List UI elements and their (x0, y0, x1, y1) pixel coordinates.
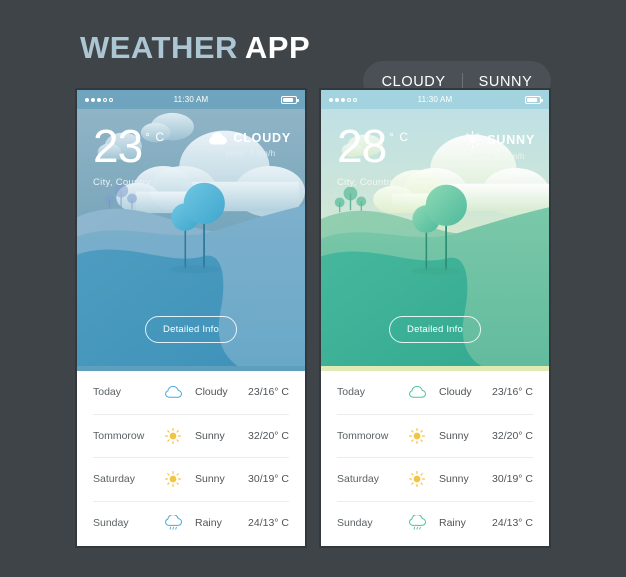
rain-icon (165, 515, 195, 531)
forecast-day: Sunday (337, 517, 373, 530)
forecast-condition: Rainy (439, 517, 466, 530)
sun-icon (464, 131, 482, 148)
hero-weather-panel: 28 ° C City, Country SUNNY Wind 3 km/h D… (321, 109, 549, 371)
location-label: City, Country (337, 176, 396, 188)
forecast-row[interactable]: Sunday Rainy 24/13° C (93, 502, 289, 546)
current-condition-block: SUNNY Wind 3 km/h (464, 125, 535, 188)
forecast-day: Today (337, 386, 366, 399)
forecast-temps: 24/13° C (248, 517, 289, 530)
sun-icon (165, 471, 195, 488)
sun-icon (409, 471, 439, 488)
cloud-icon (209, 131, 228, 144)
hero-top-row: 28 ° C City, Country SUNNY Wind 3 km/h (321, 109, 549, 188)
status-bar: 11:30 AM (321, 90, 549, 109)
forecast-temps: 32/20° C (492, 429, 533, 442)
forecast-day: Saturday (93, 473, 136, 486)
temperature-value: 23 (93, 120, 143, 172)
forecast-temps: 24/13° C (492, 517, 533, 530)
forecast-temps: 30/19° C (248, 473, 289, 486)
forecast-temps: 30/19° C (492, 473, 533, 486)
page-title: WEATHER APP (80, 30, 310, 66)
forecast-list: Today Cloudy 23/16° C Tommorow Sunny 32/… (321, 371, 549, 546)
battery-icon (525, 95, 543, 104)
forecast-condition: Sunny (195, 473, 225, 486)
status-bar: 11:30 AM (77, 90, 305, 109)
phone-screen-sunny: 11:30 AM 28 ° C City, Country SUNNY Wind… (319, 88, 551, 548)
temperature-value: 28 (337, 120, 387, 172)
forecast-row[interactable]: Sunday Rainy 24/13° C (337, 502, 533, 546)
forecast-condition: Rainy (195, 517, 222, 530)
status-time: 11:30 AM (417, 95, 453, 104)
page-title-app: APP (244, 30, 311, 65)
current-condition-block: CLOUDY Wind 3 km/h (209, 125, 291, 188)
forecast-row[interactable]: Today Cloudy 23/16° C (337, 371, 533, 415)
forecast-condition: Cloudy (439, 386, 472, 399)
page-title-weather: WEATHER (80, 30, 238, 65)
phone-screen-cloudy: 11:30 AM 23 ° C City, Country CLOUDY Win… (75, 88, 307, 548)
forecast-day: Today (93, 386, 122, 399)
detailed-info-button[interactable]: Detailed Info (389, 316, 481, 343)
hero-weather-panel: 23 ° C City, Country CLOUDY Wind 3 km/h (77, 109, 305, 371)
forecast-temps: 23/16° C (492, 386, 533, 399)
forecast-condition: Sunny (195, 429, 225, 442)
forecast-condition: Cloudy (195, 386, 228, 399)
current-temperature-block: 23 ° C City, Country (93, 120, 165, 188)
forecast-condition: Sunny (439, 473, 469, 486)
current-temperature-block: 28 ° C City, Country (337, 120, 409, 188)
condition-label: CLOUDY (233, 131, 291, 145)
forecast-condition: Sunny (439, 429, 469, 442)
forecast-row[interactable]: Saturday Sunny 30/19° C (93, 458, 289, 502)
hero-top-row: 23 ° C City, Country CLOUDY Wind 3 km/h (77, 109, 305, 188)
wind-info: Wind 3 km/h (225, 149, 276, 158)
forecast-row[interactable]: Tommorow Sunny 32/20° C (93, 415, 289, 458)
temperature-unit: ° C (389, 130, 409, 144)
forecast-day: Sunday (93, 517, 129, 530)
forecast-temps: 32/20° C (248, 429, 289, 442)
forecast-day: Saturday (337, 473, 380, 486)
sun-icon (165, 427, 195, 444)
page-header: WEATHER APP CLOUDY SUNNY (0, 28, 626, 102)
forecast-row[interactable]: Saturday Sunny 30/19° C (337, 458, 533, 502)
condition-label: SUNNY (487, 132, 535, 147)
forecast-row[interactable]: Tommorow Sunny 32/20° C (337, 415, 533, 458)
forecast-row[interactable]: Today Cloudy 23/16° C (93, 371, 289, 415)
detailed-info-button[interactable]: Detailed Info (145, 316, 237, 343)
cloud-icon (165, 386, 195, 398)
rain-icon (409, 515, 439, 531)
forecast-day: Tommorow (93, 429, 145, 442)
battery-icon (281, 95, 299, 104)
wind-info: Wind 3 km/h (474, 152, 525, 161)
location-label: City, Country (93, 176, 152, 188)
phone-mockups: 11:30 AM 23 ° C City, Country CLOUDY Win… (75, 88, 551, 548)
forecast-day: Tommorow (337, 429, 389, 442)
forecast-list: Today Cloudy 23/16° C Tommorow Sunny 32/… (77, 371, 305, 546)
cloud-icon (409, 386, 439, 398)
temperature-unit: ° C (145, 130, 165, 144)
sun-icon (409, 427, 439, 444)
forecast-temps: 23/16° C (248, 386, 289, 399)
status-time: 11:30 AM (173, 95, 209, 104)
